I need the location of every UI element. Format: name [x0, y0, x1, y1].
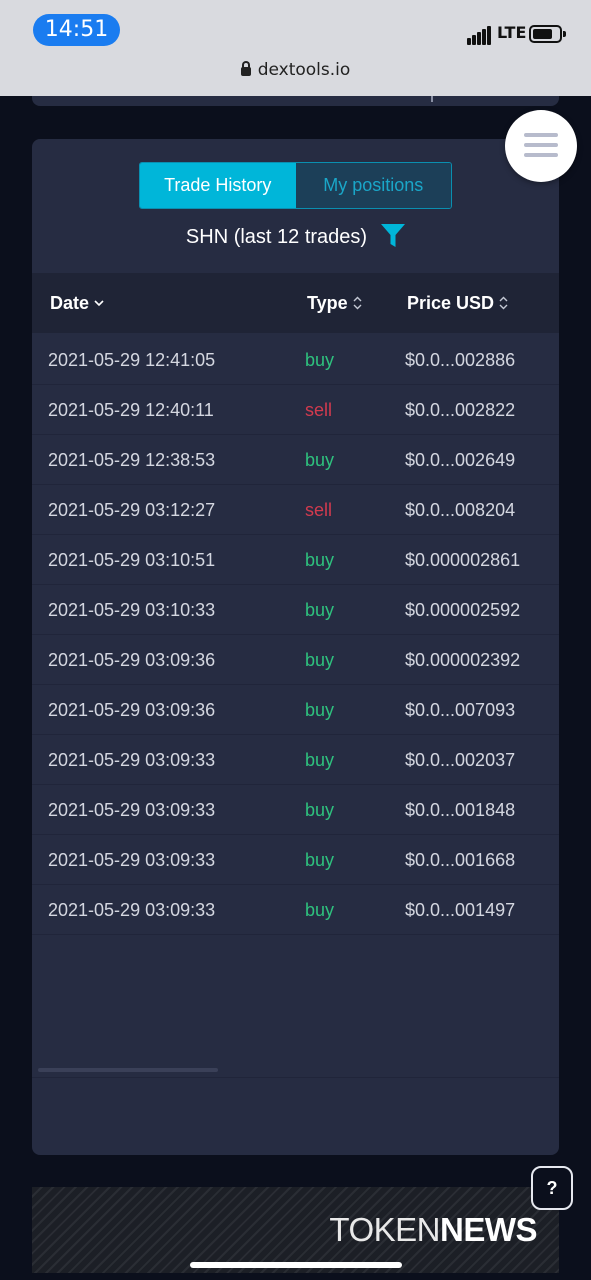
menu-button[interactable] — [505, 110, 577, 182]
status-bar: 14:51 LTE dextools.io — [0, 0, 591, 96]
lock-icon — [240, 61, 251, 76]
sort-icon — [499, 296, 508, 310]
trade-price: $0.0...008204 — [405, 500, 516, 520]
trade-price: $0.0...001668 — [405, 850, 516, 870]
token-news-logo: TOKENNEWS — [329, 1211, 537, 1248]
token-news-banner[interactable]: TOKENNEWS — [32, 1187, 559, 1273]
trade-type: buy — [305, 650, 335, 670]
trade-type: buy — [305, 700, 335, 720]
hamburger-icon — [524, 133, 558, 137]
sort-icon — [353, 296, 362, 310]
table-header: Date Type Price USD — [32, 273, 559, 333]
column-price-usd[interactable]: Price USD — [407, 293, 508, 314]
table-row: 2021-05-29 03:09:33 buy $0.0...001497 — [32, 885, 559, 935]
trade-date: 2021-05-29 03:09:36 — [48, 700, 216, 720]
tab-trade-history[interactable]: Trade History — [140, 163, 296, 208]
table-row: 2021-05-29 03:09:33 buy $0.0...002037 — [32, 735, 559, 785]
help-button[interactable]: ? — [531, 1166, 573, 1210]
trade-date: 2021-05-29 12:40:11 — [48, 400, 214, 420]
previous-card-bottom — [32, 96, 559, 106]
trade-type: buy — [305, 600, 335, 620]
battery-icon — [529, 25, 566, 43]
table-row: 2021-05-29 03:10:51 buy $0.000002861 — [32, 535, 559, 585]
clock: 14:51 — [33, 14, 120, 46]
trade-price: $0.000002592 — [405, 600, 521, 620]
table-row: 2021-05-29 12:40:11 sell $0.0...002822 — [32, 385, 559, 435]
trade-price: $0.0...002649 — [405, 450, 516, 470]
trade-date: 2021-05-29 03:09:33 — [48, 750, 216, 770]
trades-title-text: SHN (last 12 trades) — [185, 226, 368, 248]
network-label: LTE — [497, 23, 527, 42]
filter-icon[interactable] — [381, 223, 406, 249]
trade-type: buy — [305, 350, 335, 370]
url-text: dextools.io — [257, 60, 351, 80]
trades-title: SHN (last 12 trades) — [32, 223, 559, 249]
trade-type: buy — [305, 800, 335, 820]
trade-price: $0.0...001848 — [405, 800, 516, 820]
signal-icon — [467, 26, 493, 45]
table-row: 2021-05-29 03:09:36 buy $0.0...007093 — [32, 685, 559, 735]
trade-type: sell — [305, 400, 333, 420]
trade-type: buy — [305, 900, 335, 920]
trade-type: buy — [305, 850, 335, 870]
table-row: 2021-05-29 03:09:33 buy $0.0...001848 — [32, 785, 559, 835]
trade-date: 2021-05-29 03:09:36 — [48, 650, 216, 670]
column-type[interactable]: Type — [307, 293, 362, 314]
trade-type: buy — [305, 450, 335, 470]
trade-date: 2021-05-29 12:41:05 — [48, 350, 216, 370]
table-row: 2021-05-29 03:09:36 buy $0.000002392 — [32, 635, 559, 685]
trade-date: 2021-05-29 03:10:51 — [48, 550, 216, 570]
table-row: 2021-05-29 03:09:33 buy $0.0...001668 — [32, 835, 559, 885]
table-row: 2021-05-29 12:41:05 buy $0.0...002886 — [32, 335, 559, 385]
trade-date: 2021-05-29 03:09:33 — [48, 900, 216, 920]
trade-date: 2021-05-29 03:09:33 — [48, 850, 216, 870]
trades-list: 2021-05-29 12:41:05 buy $0.0...002886 2021… — [32, 335, 559, 935]
trade-price: $0.000002861 — [405, 550, 521, 570]
trade-type: buy — [305, 750, 335, 770]
trade-type: sell — [305, 500, 333, 520]
trade-date: 2021-05-29 03:12:27 — [48, 500, 216, 520]
table-row: 2021-05-29 03:12:27 sell $0.0...008204 — [32, 485, 559, 535]
horizontal-scrollbar[interactable] — [38, 1068, 218, 1072]
address-bar[interactable]: dextools.io — [0, 60, 591, 80]
trade-price: $0.0...002037 — [405, 750, 516, 770]
table-row: 2021-05-29 12:38:53 buy $0.0...002649 — [32, 435, 559, 485]
tab-group: Trade History My positions — [139, 162, 452, 209]
trade-price: $0.0...002886 — [405, 350, 516, 370]
divider — [32, 1077, 559, 1078]
trade-price: $0.0...001497 — [405, 900, 516, 920]
trade-date: 2021-05-29 03:10:33 — [48, 600, 216, 620]
tab-my-positions[interactable]: My positions — [295, 163, 451, 208]
chevron-down-icon — [94, 299, 104, 306]
trade-date: 2021-05-29 12:38:53 — [48, 450, 216, 470]
trade-price: $0.0...007093 — [405, 700, 516, 720]
home-indicator — [190, 1262, 402, 1268]
table-row: 2021-05-29 03:10:33 buy $0.000002592 — [32, 585, 559, 635]
trade-price: $0.000002392 — [405, 650, 521, 670]
column-date[interactable]: Date — [50, 293, 104, 314]
trade-type: buy — [305, 550, 335, 570]
trade-price: $0.0...002822 — [405, 400, 516, 420]
trade-date: 2021-05-29 03:09:33 — [48, 800, 216, 820]
trade-history-card: Trade History My positions SHN (last 12 … — [32, 139, 559, 1155]
